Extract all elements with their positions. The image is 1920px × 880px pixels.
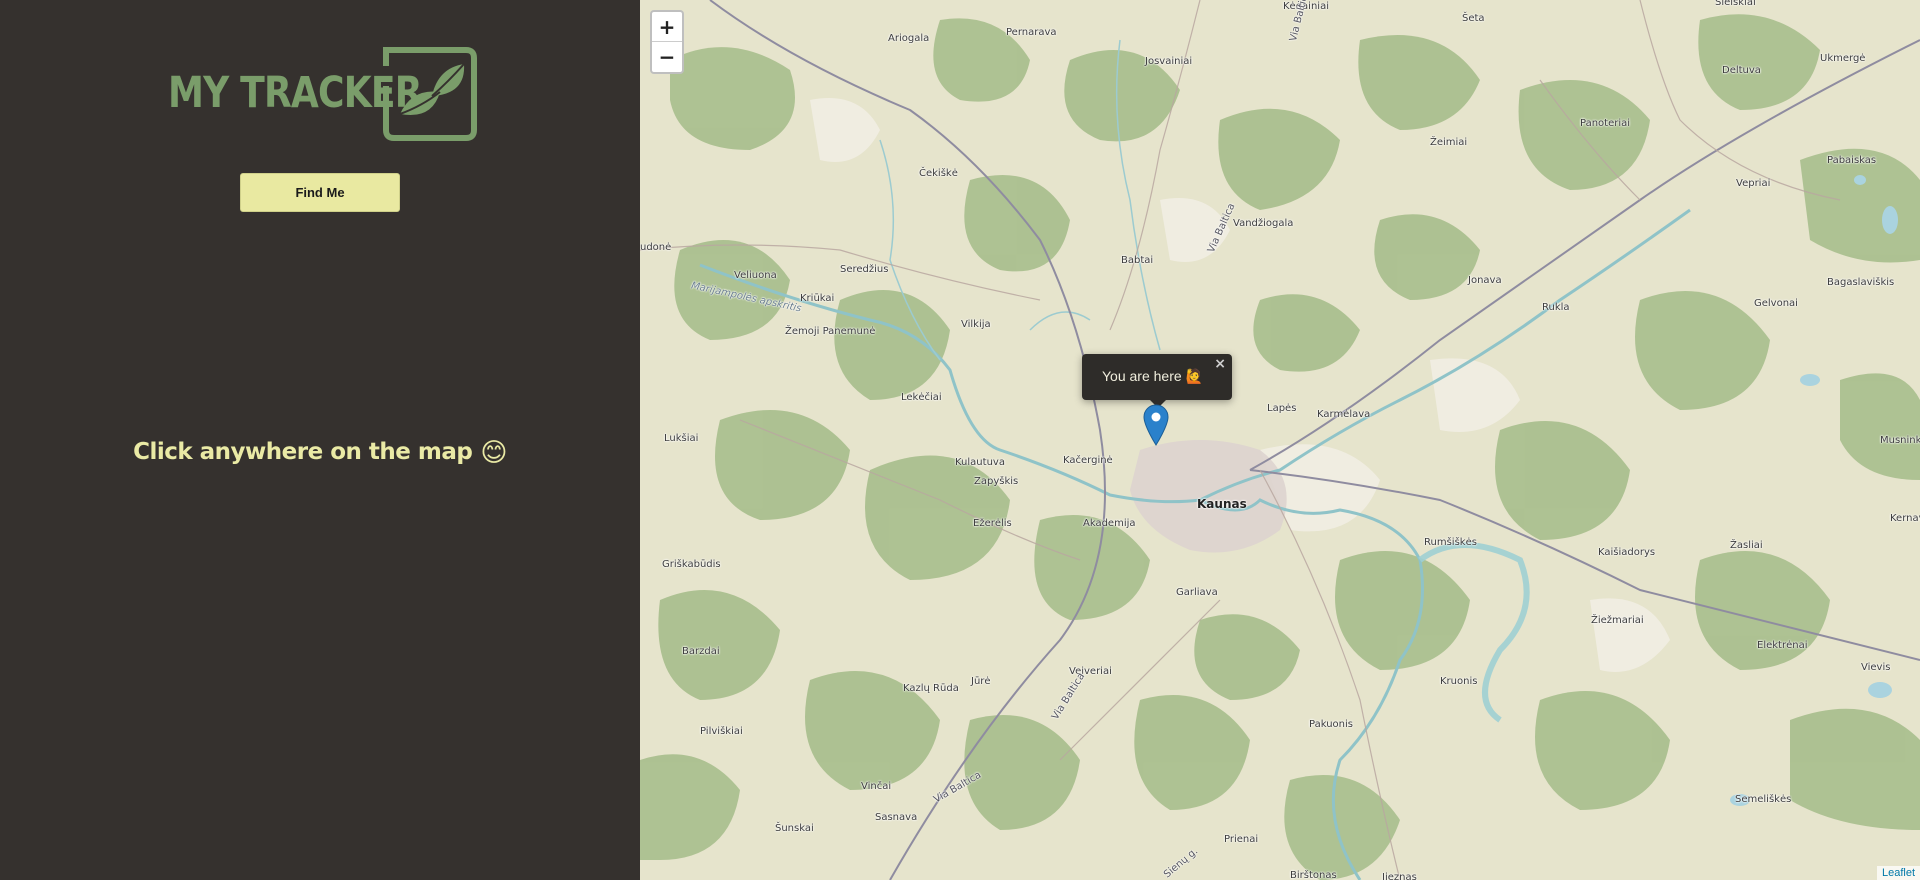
map-label-city: Kaunas [1197, 497, 1247, 511]
map-label: Jonava [1468, 275, 1502, 286]
map-label: Kriūkai [800, 293, 835, 304]
zoom-in-button[interactable]: + [652, 12, 682, 42]
map-label: Pernarava [1006, 27, 1057, 38]
map-label: Vinčai [861, 781, 892, 792]
map-label: Akademija [1083, 518, 1136, 529]
map-label: Žemoji Panemunė [785, 326, 876, 337]
map-label: Jieznas [1382, 872, 1417, 880]
map-label: Sleiškiai [1715, 0, 1756, 8]
map-label: Rukla [1542, 302, 1570, 313]
map-label: Griškabūdis [662, 559, 721, 570]
leaflet-attribution-link[interactable]: Leaflet [1876, 866, 1920, 880]
map-label: Kruonis [1440, 676, 1478, 687]
map-label: Kačerginė [1063, 455, 1113, 466]
map-label: Zapyškis [974, 476, 1019, 487]
map-label: Vilkija [961, 319, 991, 330]
map-label: Rumšiškės [1424, 537, 1477, 548]
map-label: Vandžiogala [1233, 218, 1294, 229]
map-label: Čekiškė [919, 168, 958, 179]
map-label: Lukšiai [664, 433, 699, 444]
zoom-out-button[interactable]: − [652, 42, 682, 72]
location-popup: You are here 🙋 × [1082, 354, 1232, 408]
leaf-icon [383, 47, 477, 141]
close-icon[interactable]: × [1214, 356, 1226, 372]
map-label: Josvainiai [1145, 56, 1193, 67]
map-label: Panoteriai [1580, 118, 1631, 129]
map-label: Vievis [1861, 662, 1891, 673]
map-label: Gelvonai [1754, 298, 1798, 309]
map-label: Pakuonis [1309, 719, 1353, 730]
map-marker-icon[interactable] [1143, 404, 1169, 446]
map-container[interactable]: + − Kėdainiai Šeta Sleiškiai Ariogala Pe… [640, 0, 1920, 880]
map-label: Semeliškės [1735, 794, 1792, 805]
map-label: Jūrė [971, 676, 991, 687]
map-label: Žasliai [1730, 540, 1763, 551]
smile-emoji-icon: 😊 [480, 438, 507, 468]
map-label: Musnink [1880, 435, 1920, 446]
popup-text: You are here 🙋 [1102, 368, 1203, 384]
map-label: Lekėčiai [901, 392, 942, 403]
map-label: Sasnava [875, 812, 918, 823]
map-label: Žiežmariai [1591, 615, 1644, 626]
map-label: Žeimiai [1430, 137, 1468, 148]
map-label: Ukmergė [1820, 53, 1866, 64]
map-label: Kaišiadorys [1598, 547, 1656, 558]
map-label: Pilviškiai [700, 726, 743, 737]
map-label: Kazlų Rūda [903, 683, 959, 694]
map-label: Ežerėlis [973, 518, 1012, 529]
map-label: Garliava [1176, 587, 1218, 598]
map-label: Seredžius [840, 264, 889, 275]
map-label: Kulautuva [955, 457, 1005, 468]
map-label: Babtai [1121, 255, 1154, 266]
map-label: Šeta [1462, 13, 1485, 24]
zoom-control: + − [650, 10, 684, 74]
map-label: Pabaiskas [1827, 155, 1877, 166]
map-label: Kernav [1890, 513, 1920, 524]
map-label: Ariogala [888, 33, 930, 44]
sidebar: MY TRACKER Find Me Click anywhere on the… [0, 0, 640, 880]
app-logo: MY TRACKER [168, 46, 478, 142]
map-label: Lapės [1267, 403, 1297, 414]
map-label: Barzdai [682, 646, 720, 657]
map-label: Vepriai [1736, 178, 1771, 189]
hint-text: Click anywhere on the map [133, 439, 473, 465]
map-label: Birštonas [1290, 870, 1337, 880]
map-label: Elektrėnai [1757, 640, 1808, 651]
map-label: Prienai [1224, 834, 1259, 845]
map-label: Karmėlava [1317, 409, 1371, 420]
map-hint: Click anywhere on the map 😊 [0, 438, 640, 468]
map-label: Veliuona [734, 270, 777, 281]
map-label: Bagaslaviškis [1827, 277, 1895, 288]
map-tiles[interactable] [640, 0, 1920, 880]
map-label: udonė [640, 242, 672, 253]
find-me-button[interactable]: Find Me [240, 173, 400, 212]
map-label: Deltuva [1722, 65, 1761, 76]
map-label: Šunskai [775, 823, 814, 834]
